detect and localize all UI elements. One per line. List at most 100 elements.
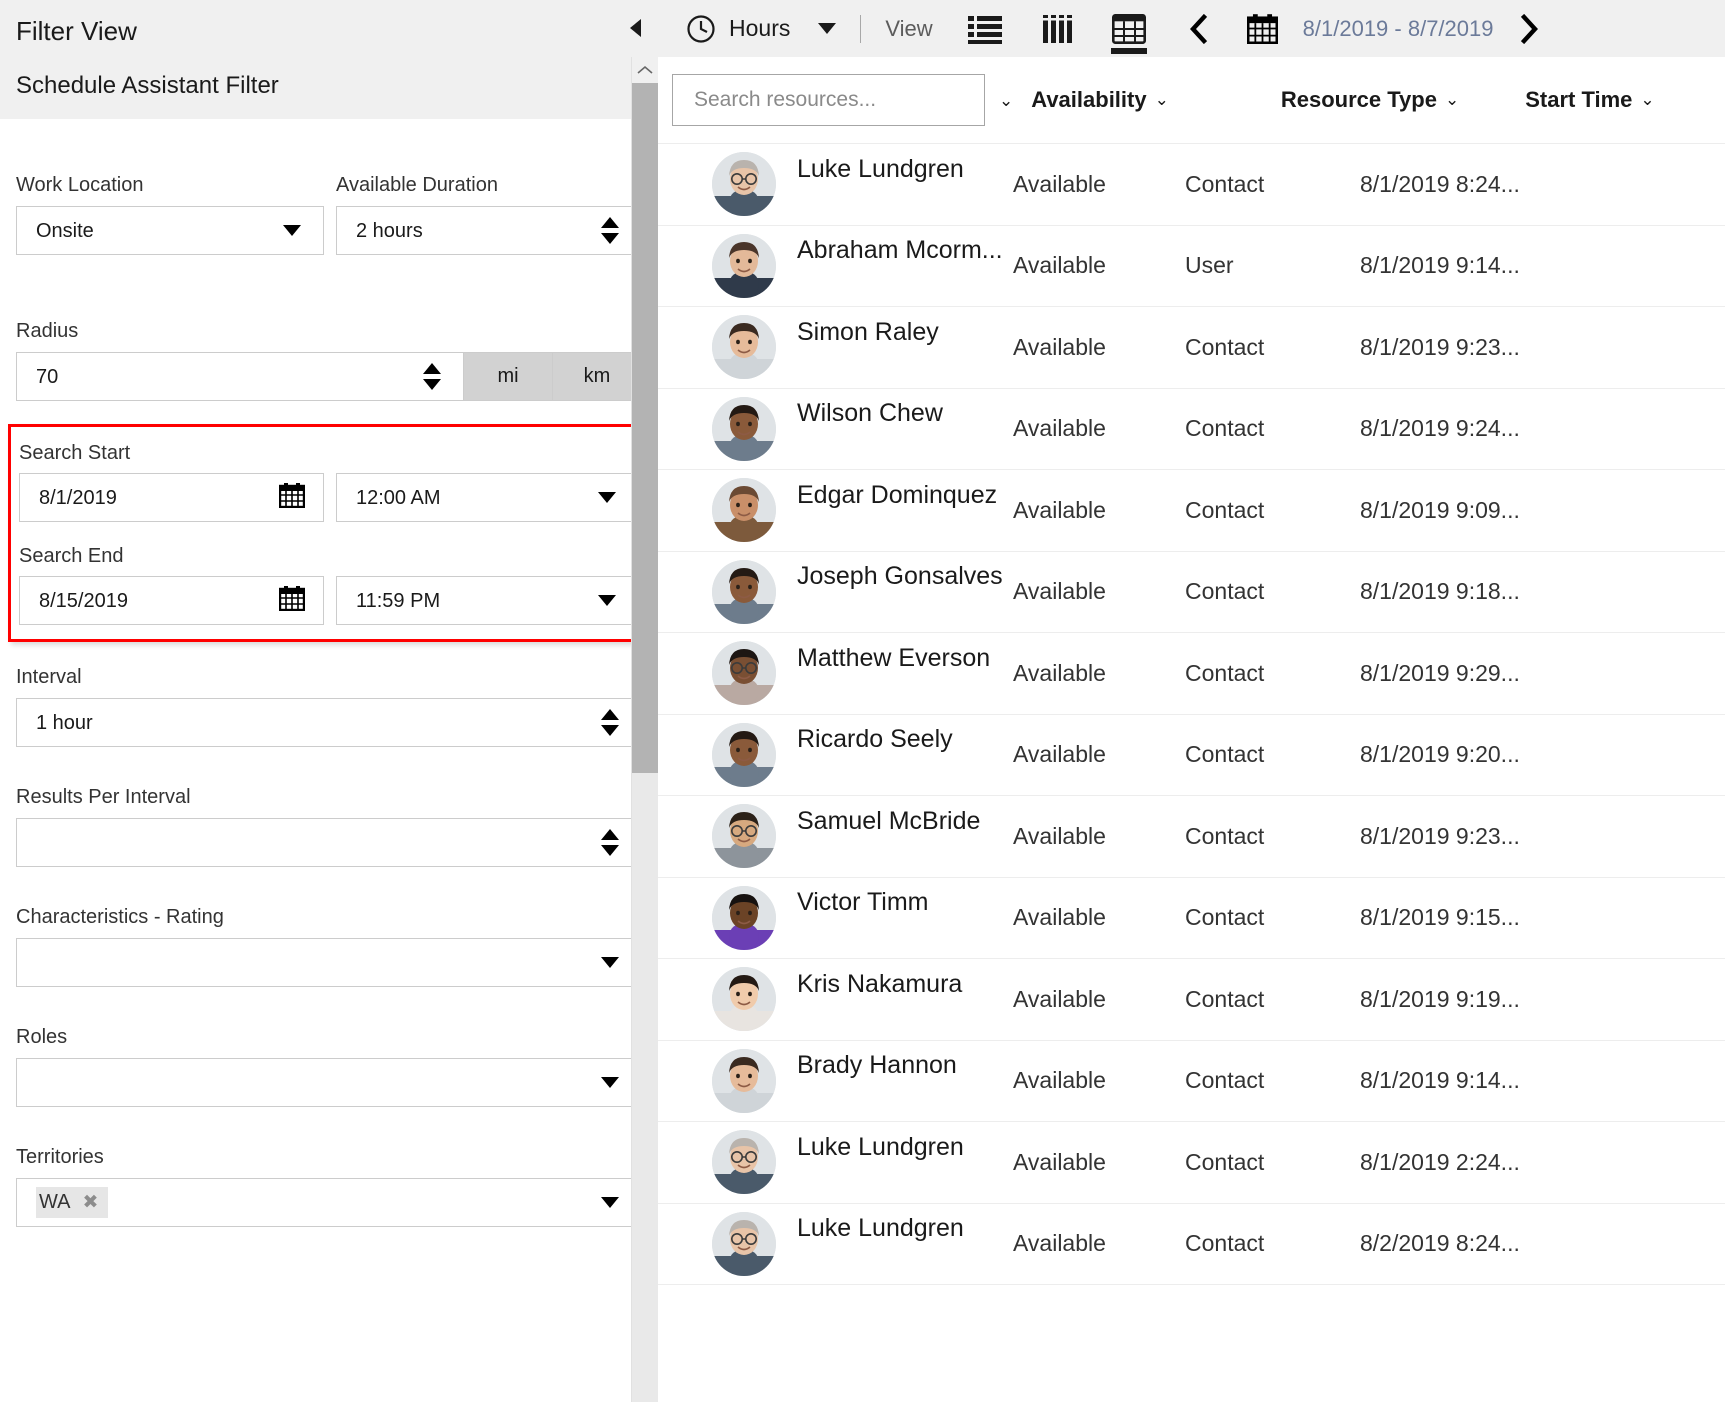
- table-row[interactable]: Brady Hannon Available Contact 8/1/2019 9:1…: [658, 1041, 1725, 1122]
- column-header-resource-type-label: Resource Type: [1280, 87, 1437, 112]
- chevron-down-icon: [601, 1077, 619, 1088]
- search-start-group: Search Start 8/1/2019 12:00 AM: [19, 441, 639, 522]
- search-end-date-input[interactable]: 8/15/2019: [19, 576, 324, 625]
- calendar-icon[interactable]: [278, 585, 306, 617]
- collapse-panel-button[interactable]: [626, 17, 648, 39]
- radius-input[interactable]: 70: [16, 352, 464, 401]
- unit-mi-button[interactable]: mi: [464, 352, 553, 401]
- chevron-up-icon: [637, 65, 653, 74]
- table-row[interactable]: Victor Timm Available Contact 8/1/2019 9:15…: [658, 878, 1725, 959]
- stepper-arrows-icon[interactable]: [601, 709, 619, 736]
- unit-km-button[interactable]: km: [553, 352, 642, 401]
- stepper-arrows-icon[interactable]: [423, 363, 441, 390]
- radius-value: 70: [36, 366, 59, 387]
- results-per-interval-stepper[interactable]: [16, 818, 642, 867]
- radius-row: 70 mi km: [16, 352, 642, 401]
- avatar: [712, 804, 776, 869]
- resource-type: Contact: [1185, 985, 1265, 1012]
- page-title: Filter View: [16, 16, 137, 46]
- toolbar-divider: [860, 14, 862, 43]
- table-row[interactable]: Joseph Gonsalves Available Contact 8/1/2019…: [658, 552, 1725, 633]
- scroll-up-button[interactable]: [632, 57, 658, 83]
- roles-select[interactable]: [16, 1058, 642, 1107]
- date-range-label: 8/1/2019 - 8/7/2019: [1302, 15, 1494, 41]
- avatar: [712, 559, 776, 624]
- grid-view-button[interactable]: [1101, 0, 1157, 57]
- table-row[interactable]: Matthew Everson Available Contact 8/1/2019 …: [658, 633, 1725, 715]
- available-duration-group: Available Duration 2 hours: [336, 173, 642, 255]
- search-start-date-input[interactable]: 8/1/2019: [19, 473, 324, 522]
- list-view-button[interactable]: [957, 0, 1013, 57]
- next-period-button[interactable]: [1507, 0, 1553, 57]
- chevron-down-icon[interactable]: [818, 23, 837, 34]
- chevron-left-icon: [630, 19, 641, 37]
- previous-period-button[interactable]: [1175, 0, 1221, 57]
- search-end-time-select[interactable]: 11:59 PM: [335, 576, 639, 625]
- table-row[interactable]: Luke Lundgren Available Contact 8/1/2019 8:…: [658, 144, 1725, 226]
- filter-panel-scrollbar[interactable]: [631, 57, 659, 1402]
- stepper-arrows-icon[interactable]: [601, 217, 619, 244]
- characteristics-rating-select[interactable]: [16, 938, 642, 987]
- search-start-time-select[interactable]: 12:00 AM: [335, 473, 639, 522]
- calendar-icon[interactable]: [278, 482, 306, 514]
- table-row[interactable]: Ricardo Seely Available Contact 8/1/2019 9:…: [658, 715, 1725, 796]
- table-body: Luke Lundgren Available Contact 8/1/2019 8:…: [658, 144, 1725, 1285]
- avatar: [712, 641, 776, 706]
- available-duration-stepper[interactable]: 2 hours: [336, 206, 642, 255]
- resource-start-time: 8/1/2019 9:23...: [1360, 333, 1520, 360]
- table-row[interactable]: Abraham Mcorm... Available User 8/1/2019 9:…: [658, 226, 1725, 307]
- resource-start-time: 8/2/2019 8:24...: [1360, 1230, 1520, 1257]
- resource-type: Contact: [1185, 1148, 1265, 1175]
- table-row[interactable]: Edgar Dominquez Available Contact 8/1/2019 …: [658, 470, 1725, 552]
- avatar: [712, 396, 776, 461]
- work-location-select[interactable]: Onsite: [16, 206, 324, 255]
- territories-label: Territories: [16, 1146, 104, 1168]
- location-duration-row: Work Location Onsite Available Duration …: [16, 149, 642, 255]
- resource-type: Contact: [1185, 496, 1265, 523]
- table-row[interactable]: Kris Nakamura Available Contact 8/1/2019 9:…: [658, 959, 1725, 1041]
- territories-group: Territories WA ✖: [16, 1145, 642, 1227]
- territory-chip[interactable]: WA ✖: [36, 1187, 109, 1218]
- remove-chip-icon[interactable]: ✖: [82, 1193, 98, 1212]
- resource-type: Contact: [1185, 170, 1265, 197]
- table-row[interactable]: Luke Lundgren Available Contact 8/1/2019 2:…: [658, 1122, 1725, 1204]
- scrollbar-thumb[interactable]: [632, 83, 659, 773]
- search-start-time-value: 12:00 AM: [355, 487, 441, 508]
- chevron-down-icon: ⌄: [1154, 90, 1169, 109]
- column-header-start-time[interactable]: Start Time ⌄: [1525, 87, 1654, 113]
- search-range-highlight: Search Start 8/1/2019 12:00 AM Search En…: [8, 424, 650, 642]
- resource-availability: Available: [1013, 1148, 1106, 1175]
- avatar: [712, 315, 776, 380]
- search-end-date-value: 8/15/2019: [39, 590, 128, 611]
- table-row[interactable]: Samuel McBride Available Contact 8/1/2019 9…: [658, 796, 1725, 878]
- avatar: [712, 1130, 776, 1195]
- resource-availability: Available: [1013, 496, 1106, 523]
- stepper-arrows-icon[interactable]: [601, 829, 619, 856]
- column-header-availability[interactable]: Availability ⌄: [1031, 87, 1169, 113]
- list-view-icon: [967, 15, 1002, 44]
- table-row[interactable]: Simon Raley Available Contact 8/1/2019 9:23…: [658, 307, 1725, 389]
- available-duration-value: 2 hours: [356, 220, 423, 241]
- hours-selector[interactable]: Hours: [686, 0, 837, 57]
- column-header-resource-type[interactable]: Resource Type ⌄: [1281, 87, 1459, 113]
- territory-chip-label: WA: [39, 1191, 71, 1213]
- search-filter-chevron-down-icon[interactable]: ⌄: [999, 92, 1013, 109]
- avatar: [712, 152, 776, 217]
- calendar-picker-button[interactable]: [1235, 0, 1291, 57]
- territories-multiselect[interactable]: WA ✖: [16, 1178, 642, 1227]
- gantt-view-button[interactable]: [1029, 0, 1085, 57]
- resource-name: Ricardo Seely: [797, 725, 953, 754]
- resource-availability: Available: [1013, 252, 1106, 279]
- search-resources-input[interactable]: Search resources...: [672, 74, 985, 126]
- avatar: [712, 233, 776, 298]
- resource-name: Edgar Dominquez: [797, 480, 998, 509]
- resource-name: Matthew Everson: [797, 643, 991, 672]
- grid-view-icon: [1111, 13, 1146, 44]
- table-row[interactable]: Wilson Chew Available Contact 8/1/2019 9:24…: [658, 389, 1725, 470]
- filter-subtitle: Schedule Assistant Filter: [16, 72, 279, 99]
- resource-availability: Available: [1013, 1067, 1106, 1094]
- radius-group: Radius 70 mi km: [16, 319, 642, 401]
- hours-label: Hours: [729, 15, 791, 41]
- table-row[interactable]: Luke Lundgren Available Contact 8/2/2019 8:…: [658, 1204, 1725, 1285]
- interval-stepper[interactable]: 1 hour: [16, 698, 642, 747]
